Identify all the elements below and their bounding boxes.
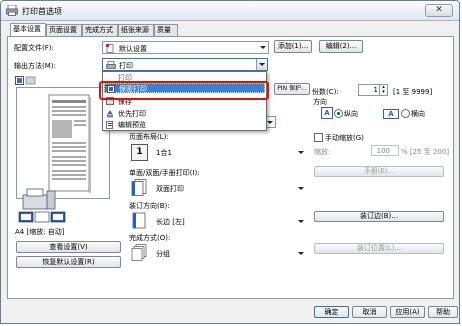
tab-paper-source[interactable]: 纸张来源: [118, 24, 154, 36]
dropdown-button[interactable]: [256, 59, 267, 70]
view-settings-button[interactable]: 查看设置(V): [16, 241, 121, 253]
copies-spinner[interactable]: ▴ ▾: [379, 85, 387, 95]
page-layout-label: 页面布局(L):: [129, 133, 169, 141]
apply-button[interactable]: 应用(A): [390, 306, 425, 318]
printer-icon: [6, 5, 18, 16]
duplex-value: 双面打印: [156, 185, 184, 193]
preview-scale-text: A4 [缩放: 自动]: [15, 228, 65, 236]
profile-document-icon: [106, 44, 114, 53]
profile-label: 配置文件(F):: [14, 44, 54, 52]
chevron-down-icon: [298, 252, 304, 255]
chevron-down-icon: [298, 187, 304, 190]
manual-scale-checkbox[interactable]: [314, 133, 323, 142]
collate-icon: [131, 244, 147, 261]
orientation-label: 方向: [313, 98, 327, 106]
priority-print-icon: [107, 110, 113, 118]
highlight-box: [99, 81, 269, 100]
printer-device-icon: [22, 188, 56, 210]
landscape-icon: A: [383, 109, 399, 119]
chevron-down-icon: [260, 46, 266, 49]
help-button[interactable]: 帮助: [428, 306, 458, 318]
edit-profile-button[interactable]: 编辑(2)...: [319, 40, 363, 53]
window-title: 打印首选项: [22, 7, 62, 16]
page-preview: [16, 87, 110, 199]
page-layout-select[interactable]: 1 1合1: [129, 142, 306, 162]
tab-page-setup[interactable]: 页面设置: [46, 24, 82, 36]
portrait-radio[interactable]: [334, 109, 343, 118]
tab-basic-settings[interactable]: 基本设置: [10, 23, 46, 36]
portrait-label: 纵向: [344, 110, 358, 118]
title-bar: 打印首选项 ✕: [1, 1, 459, 21]
copies-input[interactable]: 1 ▴ ▾: [358, 84, 388, 96]
scale-label: 缩放:: [314, 148, 331, 156]
close-button[interactable]: ✕: [425, 4, 453, 17]
binding-value: 长边 [左]: [156, 218, 185, 226]
chevron-down-icon: [259, 63, 265, 66]
finish-label: 完成方式(O):: [129, 234, 171, 242]
scale-input[interactable]: 100: [371, 145, 399, 156]
restore-defaults-button[interactable]: 恢复默认设置(R): [16, 256, 121, 268]
binding-margin-button[interactable]: 装订边(B)...: [314, 211, 444, 222]
profile-value: 默认设置: [119, 45, 147, 53]
dropdown-item-edit-preview[interactable]: 编辑预览: [104, 120, 265, 130]
output-method-dropdown: 打印 保密打印 保存 优先打印 编辑预览: [102, 71, 267, 131]
profile-select[interactable]: 默认设置: [102, 41, 269, 54]
edit-preview-icon: [106, 121, 113, 129]
booklet-button[interactable]: 手册(E)...: [314, 166, 444, 177]
manual-scale-label: 手动缩放(G): [325, 134, 364, 142]
pin-protection-button[interactable]: PIN 保护...: [274, 83, 310, 95]
copies-value: 1: [373, 86, 378, 94]
scale-value: 100: [376, 147, 390, 155]
copies-label: 份数(C):: [312, 88, 339, 96]
dropdown-item-print[interactable]: 打印: [104, 73, 265, 81]
printer-icon: [106, 61, 116, 69]
binding-position-button[interactable]: 装订位置(L)...: [314, 243, 444, 254]
layout-view-icon[interactable]: [15, 76, 37, 85]
print-preferences-window: 打印首选项 ✕ 基本设置 页面设置 完成方式 纸张来源 质量 配置文件(F): …: [0, 0, 460, 324]
output-method-label: 输出方法(M):: [14, 62, 56, 70]
duplex-select[interactable]: 双面打印: [129, 178, 306, 198]
cancel-button[interactable]: 取消: [352, 306, 387, 318]
ok-button[interactable]: 确定: [314, 306, 349, 318]
tab-quality[interactable]: 质量: [154, 24, 178, 36]
landscape-radio[interactable]: [401, 109, 410, 118]
chevron-down-icon: [267, 121, 273, 124]
finish-value: 分组: [156, 250, 170, 258]
finish-select[interactable]: 分组: [129, 243, 306, 263]
duplex-label: 单面/双面/手册打印(I):: [129, 169, 200, 177]
portrait-icon: A: [321, 107, 333, 119]
landscape-label: 横向: [411, 110, 425, 118]
tab-finishing[interactable]: 完成方式: [82, 24, 118, 36]
binding-label: 装订方向(B):: [129, 202, 170, 210]
chevron-down-icon: [298, 151, 304, 154]
dropdown-item-priority-print[interactable]: 优先打印: [104, 109, 265, 119]
chevron-down-icon: [298, 220, 304, 223]
output-method-value: 打印: [119, 62, 133, 70]
output-method-select[interactable]: 打印: [102, 58, 268, 71]
scale-range: % [25 至 200]: [401, 148, 450, 156]
add-profile-button[interactable]: 添加(1)...: [274, 40, 312, 53]
page-layout-icon: 1: [131, 144, 148, 161]
copies-range: [1 至 9999]: [393, 88, 433, 96]
binding-select[interactable]: 长边 [左]: [129, 211, 306, 231]
binding-icon: [132, 212, 146, 229]
duplex-booklet-icon: [18, 211, 66, 223]
duplex-icon: [131, 179, 147, 196]
page-layout-value: 1合1: [156, 149, 172, 157]
page-preview-image: [48, 94, 91, 193]
